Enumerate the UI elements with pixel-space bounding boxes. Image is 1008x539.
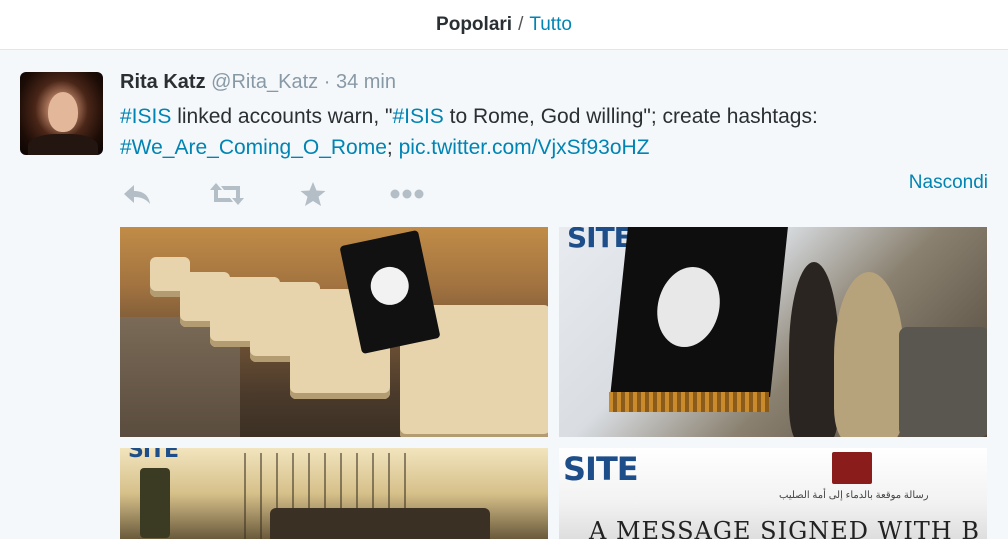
masked-figure <box>789 262 839 437</box>
author-name[interactable]: Rita Katz <box>120 71 206 93</box>
reply-icon <box>124 185 150 204</box>
hide-media-link[interactable]: Nascondi <box>909 172 988 194</box>
vehicle-shape <box>270 508 490 539</box>
media-photo-street[interactable]: SITE <box>120 448 548 539</box>
alhayat-logo <box>832 452 872 484</box>
more-button[interactable] <box>390 179 480 209</box>
favorite-icon <box>300 182 326 206</box>
header-dot: · <box>323 71 331 93</box>
flag-seal <box>367 263 413 309</box>
site-watermark: SITE <box>567 227 633 254</box>
tweet-timestamp[interactable]: 34 min <box>336 71 396 93</box>
flag-fringe <box>609 392 769 412</box>
reply-button[interactable] <box>120 179 210 209</box>
tweet: Rita Katz @Rita_Katz · 34 min #ISIS link… <box>0 51 1008 539</box>
more-icon <box>390 189 424 199</box>
pic-link[interactable]: pic.twitter.com/VjxSf93oHZ <box>399 136 650 159</box>
favorite-button[interactable] <box>300 179 390 209</box>
media-photo-flag[interactable]: SITE <box>559 227 987 437</box>
avatar-face <box>48 92 78 132</box>
tweet-text-part-1: linked accounts warn, " <box>171 105 393 128</box>
avatar[interactable] <box>20 72 103 155</box>
black-flag <box>610 227 788 397</box>
hashtag-isis-2[interactable]: #ISIS <box>392 105 443 128</box>
tweet-header: Rita Katz @Rita_Katz · 34 min <box>120 71 396 94</box>
palm-tree <box>140 468 170 538</box>
arabic-caption: رسالة موقعة بالدماء إلى أمة الصليب <box>779 490 929 501</box>
site-watermark: SITE <box>563 450 639 488</box>
timeline-filter-bar: Popolari / Tutto <box>0 0 1008 50</box>
vehicle-shape <box>899 327 987 437</box>
author-handle[interactable]: @Rita_Katz <box>211 71 318 93</box>
tweet-text-part-2: to Rome, God willing"; create hashtags: <box>443 105 818 128</box>
hashtag-we-are-coming[interactable]: #We_Are_Coming_O_Rome <box>120 136 387 159</box>
tweet-actions <box>120 179 480 209</box>
tweet-text-part-3: ; <box>386 136 399 159</box>
media-photo-message[interactable]: SITE رسالة موقعة بالدماء إلى أمة الصليب … <box>559 448 987 539</box>
tweet-text: #ISIS linked accounts warn, "#ISIS to Ro… <box>120 101 980 163</box>
message-caption: A MESSAGE SIGNED WITH B <box>589 517 981 539</box>
hashtag-isis-1[interactable]: #ISIS <box>120 105 171 128</box>
site-watermark: SITE <box>128 448 179 463</box>
retweet-button[interactable] <box>210 179 300 209</box>
retweet-icon <box>210 183 244 205</box>
filter-separator: / <box>518 13 524 35</box>
filter-all[interactable]: Tutto <box>529 14 572 36</box>
avatar-shoulders <box>28 134 98 155</box>
flag-seal <box>653 267 724 347</box>
media-photo-convoy[interactable] <box>120 227 548 437</box>
filter-popular[interactable]: Popolari <box>436 14 512 36</box>
masked-figure <box>834 272 904 437</box>
